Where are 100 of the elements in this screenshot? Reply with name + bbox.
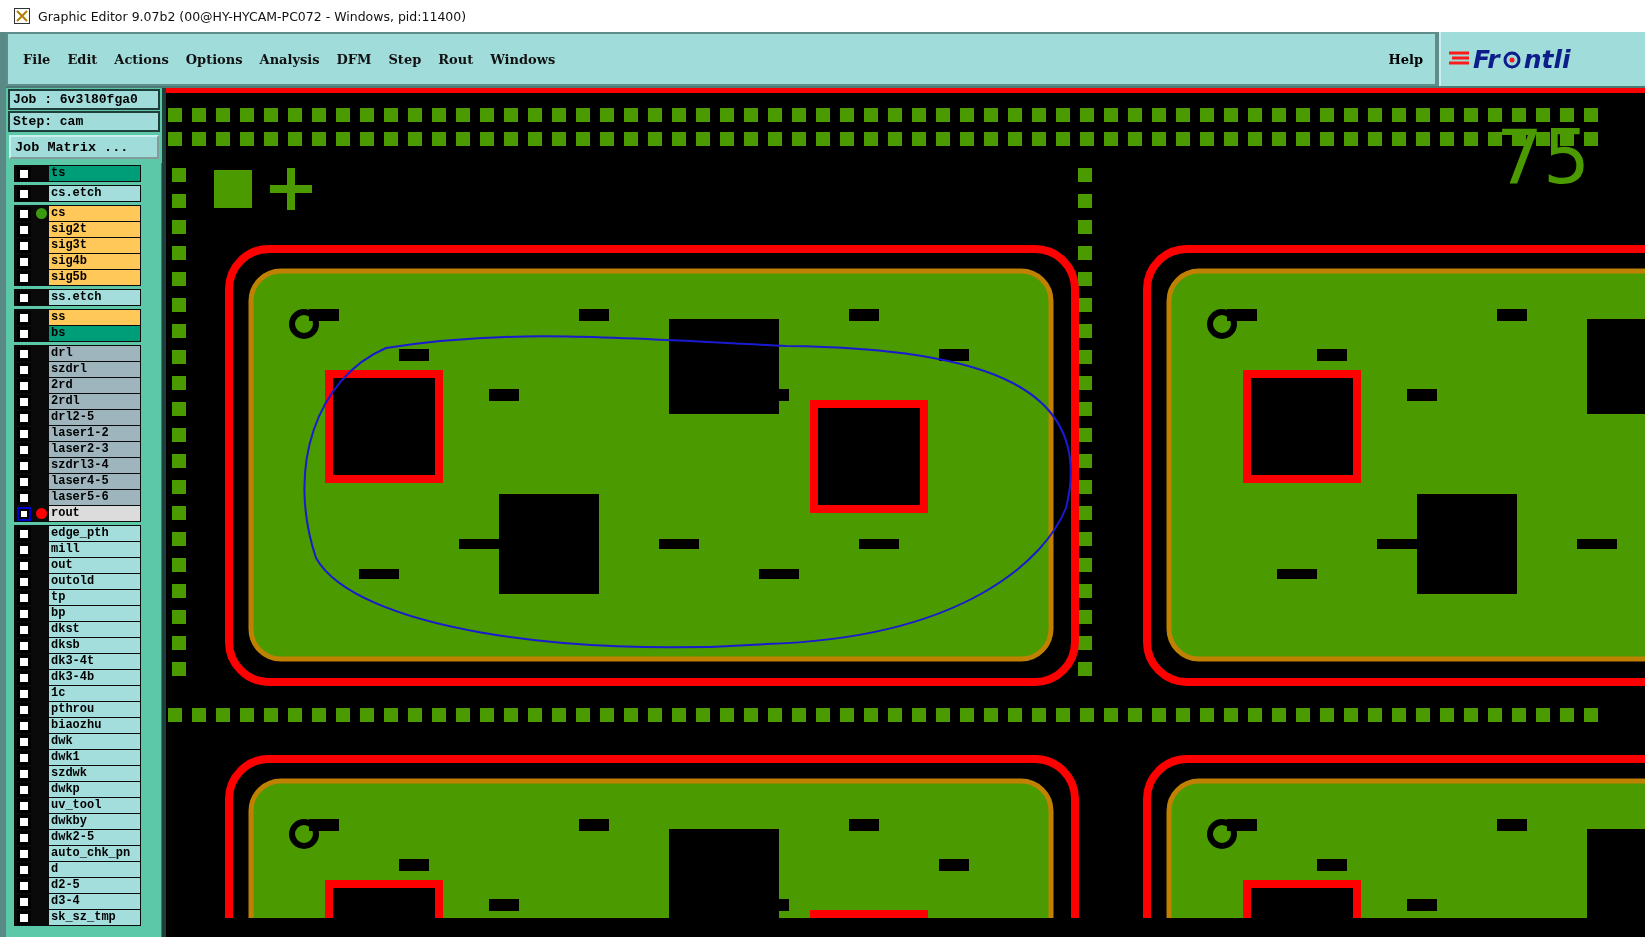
layer-name[interactable]: 2rd — [49, 378, 140, 393]
layer-name[interactable]: dwk — [49, 734, 140, 749]
layer-checkbox[interactable] — [17, 606, 31, 621]
layer-checkbox[interactable] — [17, 290, 31, 305]
menu-item[interactable]: Rout — [438, 51, 474, 67]
layer-name[interactable]: uv_tool — [49, 798, 140, 813]
layer-checkbox[interactable] — [17, 558, 31, 573]
layer-checkbox[interactable] — [17, 222, 31, 237]
layer-name[interactable]: sig2t — [49, 222, 140, 237]
layer-name[interactable]: cs.etch — [49, 186, 140, 201]
layer-checkbox[interactable] — [17, 638, 31, 653]
layer-name[interactable]: dwkby — [49, 814, 140, 829]
layer-checkbox[interactable] — [17, 622, 31, 637]
layer-checkbox[interactable] — [17, 782, 31, 797]
layer-checkbox[interactable] — [17, 326, 31, 341]
menu-item[interactable]: Step — [388, 51, 422, 67]
layer-checkbox[interactable] — [17, 526, 31, 541]
layer-name[interactable]: mill — [49, 542, 140, 557]
layer-name[interactable]: 2rdl — [49, 394, 140, 409]
layer-name[interactable]: 1c — [49, 686, 140, 701]
layer-checkbox[interactable] — [17, 238, 31, 253]
layer-name[interactable]: ss — [49, 310, 140, 325]
layer-name[interactable]: d3-4 — [49, 894, 140, 909]
layer-name[interactable]: auto_chk_pn — [49, 846, 140, 861]
layer-checkbox[interactable] — [17, 346, 31, 361]
layer-checkbox[interactable] — [17, 362, 31, 377]
layer-name[interactable]: tp — [49, 590, 140, 605]
layer-checkbox[interactable] — [17, 490, 31, 505]
layer-checkbox[interactable] — [17, 734, 31, 749]
layer-checkbox[interactable] — [17, 394, 31, 409]
menu-item[interactable]: Options — [185, 51, 243, 67]
layer-name[interactable]: laser5-6 — [49, 490, 140, 505]
menu-item[interactable]: Actions — [114, 51, 169, 67]
layer-checkbox[interactable] — [17, 702, 31, 717]
layer-name[interactable]: pthrou — [49, 702, 140, 717]
layer-checkbox[interactable] — [17, 814, 31, 829]
layer-checkbox[interactable] — [17, 474, 31, 489]
layer-name[interactable]: szdrl — [49, 362, 140, 377]
help-menu[interactable]: Help — [1388, 51, 1423, 67]
menu-item[interactable]: Edit — [67, 51, 98, 67]
layer-checkbox[interactable] — [17, 878, 31, 893]
layer-checkbox[interactable] — [17, 186, 31, 201]
layer-name[interactable]: d2-5 — [49, 878, 140, 893]
layer-checkbox[interactable] — [17, 750, 31, 765]
layer-name[interactable]: szdrl3-4 — [49, 458, 140, 473]
layer-name[interactable]: cs — [49, 206, 140, 221]
layer-checkbox[interactable] — [17, 846, 31, 861]
layer-checkbox[interactable] — [17, 830, 31, 845]
layer-checkbox[interactable] — [17, 670, 31, 685]
layer-name[interactable]: laser2-3 — [49, 442, 140, 457]
layer-checkbox[interactable] — [17, 310, 31, 325]
layer-name[interactable]: biaozhu — [49, 718, 140, 733]
layer-checkbox[interactable] — [17, 574, 31, 589]
layer-name[interactable]: ts — [49, 166, 140, 181]
layer-checkbox[interactable] — [17, 506, 31, 521]
layer-checkbox[interactable] — [17, 254, 31, 269]
menu-item[interactable]: Windows — [490, 51, 556, 67]
layer-name[interactable]: ss.etch — [49, 290, 140, 305]
job-matrix-button[interactable]: Job Matrix ... — [9, 135, 159, 159]
layer-name[interactable]: drl2-5 — [49, 410, 140, 425]
layer-checkbox[interactable] — [17, 542, 31, 557]
menu-item[interactable]: Analysis — [259, 51, 320, 67]
layer-name[interactable]: drl — [49, 346, 140, 361]
layer-name[interactable]: d — [49, 862, 140, 877]
layer-checkbox[interactable] — [17, 686, 31, 701]
layer-checkbox[interactable] — [17, 426, 31, 441]
layer-name[interactable]: dwkp — [49, 782, 140, 797]
layer-checkbox[interactable] — [17, 766, 31, 781]
layer-name[interactable]: outold — [49, 574, 140, 589]
layer-name[interactable]: laser1-2 — [49, 426, 140, 441]
layer-name[interactable]: dk3-4t — [49, 654, 140, 669]
layer-name[interactable]: dwk1 — [49, 750, 140, 765]
layer-checkbox[interactable] — [17, 270, 31, 285]
layer-name[interactable]: out — [49, 558, 140, 573]
layer-name[interactable]: dkst — [49, 622, 140, 637]
layer-checkbox[interactable] — [17, 654, 31, 669]
layer-checkbox[interactable] — [17, 862, 31, 877]
layer-name[interactable]: edge_pth — [49, 526, 140, 541]
layer-name[interactable]: bp — [49, 606, 140, 621]
layer-name[interactable]: dksb — [49, 638, 140, 653]
layer-checkbox[interactable] — [17, 894, 31, 909]
layer-checkbox[interactable] — [17, 166, 31, 181]
layer-name[interactable]: laser4-5 — [49, 474, 140, 489]
layer-name[interactable]: sk_sz_tmp — [49, 910, 140, 925]
layer-name[interactable]: sig3t — [49, 238, 140, 253]
menu-item[interactable]: DFM — [336, 51, 372, 67]
layer-checkbox[interactable] — [17, 458, 31, 473]
layer-name[interactable]: bs — [49, 326, 140, 341]
layer-checkbox[interactable] — [17, 590, 31, 605]
layer-name[interactable]: sig5b — [49, 270, 140, 285]
layer-name[interactable]: dwk2-5 — [49, 830, 140, 845]
layer-checkbox[interactable] — [17, 378, 31, 393]
layer-checkbox[interactable] — [17, 798, 31, 813]
layer-name[interactable]: dk3-4b — [49, 670, 140, 685]
layer-checkbox[interactable] — [17, 910, 31, 925]
layer-name[interactable]: rout — [49, 506, 140, 521]
layer-checkbox[interactable] — [17, 206, 31, 221]
layer-name[interactable]: sig4b — [49, 254, 140, 269]
layer-checkbox[interactable] — [17, 442, 31, 457]
layer-checkbox[interactable] — [17, 718, 31, 733]
